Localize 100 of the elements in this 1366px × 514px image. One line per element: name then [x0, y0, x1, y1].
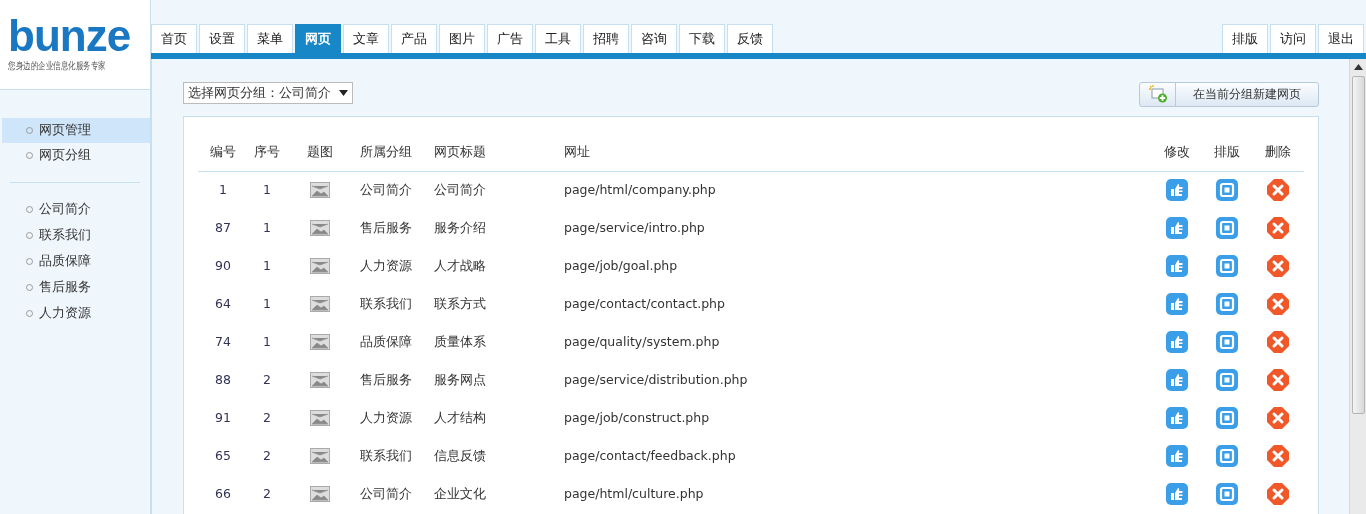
nav-tab[interactable]: 访问 [1270, 24, 1316, 53]
column-header: 题图 [286, 135, 354, 171]
bullet-icon [26, 206, 33, 213]
sidebar-item[interactable]: 品质保障 [2, 249, 150, 274]
table-cell-text: 2 [262, 370, 272, 389]
table-cell-text: page/contact/feedback.php [564, 446, 737, 465]
scroll-thumb[interactable] [1351, 76, 1365, 414]
delete-icon[interactable] [1267, 369, 1289, 391]
delete-icon[interactable] [1267, 179, 1289, 202]
sidebar-item[interactable]: 人力资源 [2, 301, 150, 326]
square-icon[interactable] [1216, 369, 1238, 391]
sidebar-item[interactable]: 网页管理 [2, 118, 150, 143]
table-cell-text: 88 [214, 370, 232, 389]
image-placeholder-icon [310, 220, 330, 237]
scroll-up-arrow-icon [1353, 64, 1363, 70]
thumbs-up-icon[interactable] [1166, 407, 1188, 429]
table-cell-text: 90 [214, 256, 232, 275]
table-cell-text: 1 [262, 332, 272, 351]
image-placeholder-icon [310, 410, 330, 427]
thumbs-up-icon[interactable] [1166, 369, 1188, 391]
nav-tab[interactable]: 工具 [535, 24, 581, 53]
square-icon[interactable] [1216, 407, 1238, 429]
table-cell: 售后服务 [354, 209, 434, 247]
table-cell: 售后服务 [354, 361, 434, 399]
scrollbar[interactable] [1349, 59, 1366, 514]
column-header: 序号 [248, 135, 286, 171]
nav-tab[interactable]: 网页 [295, 24, 341, 53]
image-placeholder-icon [310, 296, 330, 313]
square-icon[interactable] [1216, 445, 1238, 467]
nav-tab[interactable]: 反馈 [727, 24, 773, 53]
delete-icon[interactable] [1267, 483, 1289, 505]
table-cell-text: page/quality/system.php [564, 332, 721, 351]
nav-tab[interactable]: 设置 [199, 24, 245, 53]
column-header: 网页标题 [434, 135, 564, 171]
square-icon[interactable] [1216, 179, 1238, 202]
thumbs-up-icon[interactable] [1166, 179, 1188, 202]
sidebar-item[interactable]: 售后服务 [2, 275, 150, 300]
bullet-icon [26, 258, 33, 265]
sidebar-item[interactable]: 联系我们 [2, 223, 150, 248]
square-icon[interactable] [1216, 483, 1238, 505]
table-cell-text: 人才战略 [434, 256, 487, 275]
delete-icon[interactable] [1267, 293, 1289, 315]
table-cell-text: 66 [214, 484, 232, 503]
thumbs-up-icon[interactable] [1166, 255, 1188, 277]
nav-tab[interactable]: 图片 [439, 24, 485, 53]
table-cell-text: 2 [262, 446, 272, 465]
nav-tab[interactable]: 产品 [391, 24, 437, 53]
image-placeholder-icon [310, 258, 330, 275]
thumbs-up-icon[interactable] [1166, 331, 1188, 353]
square-icon[interactable] [1216, 293, 1238, 315]
table-cell: 公司简介 [434, 171, 564, 209]
thumbs-up-icon[interactable] [1166, 483, 1188, 505]
sidebar-item[interactable]: 网页分组 [2, 143, 150, 168]
column-header: 排版 [1202, 135, 1252, 171]
nav-tab[interactable]: 咨询 [631, 24, 677, 53]
table-cell-text: 服务网点 [434, 370, 487, 389]
nav-tab[interactable]: 招聘 [583, 24, 629, 53]
bullet-icon [26, 127, 33, 134]
nav-tab[interactable]: 广告 [487, 24, 533, 53]
table-cell: page/html/company.php [564, 171, 1152, 209]
table-cell: 联系我们 [354, 437, 434, 475]
nav-tab[interactable]: 菜单 [247, 24, 293, 53]
table-cell: 公司简介 [354, 475, 434, 513]
square-icon[interactable] [1216, 331, 1238, 353]
bullet-icon [26, 152, 33, 159]
table-cell-text: 91 [214, 408, 232, 427]
column-header: 编号 [198, 135, 248, 171]
table-cell: 人力资源 [354, 247, 434, 285]
delete-icon[interactable] [1267, 255, 1289, 277]
logo-wordmark: bunze [8, 14, 131, 58]
sidebar-item[interactable]: 公司简介 [2, 197, 150, 222]
table-cell-text: 1 [262, 218, 272, 237]
bullet-icon [26, 284, 33, 291]
delete-icon[interactable] [1267, 331, 1289, 353]
new-page-button[interactable]: 在当前分组新建网页 [1139, 81, 1319, 107]
nav-tab[interactable]: 首页 [151, 24, 197, 53]
table-cell-text: page/job/goal.php [564, 256, 679, 275]
table-cell: 品质保障 [354, 323, 434, 361]
table-cell-text: 65 [214, 446, 232, 465]
thumbs-up-icon[interactable] [1166, 217, 1188, 239]
nav-tab[interactable]: 排版 [1222, 24, 1268, 53]
nav-tab[interactable]: 退出 [1318, 24, 1364, 53]
square-icon[interactable] [1216, 217, 1238, 239]
table-cell-text: page/service/distribution.php [564, 370, 749, 389]
delete-icon[interactable] [1267, 407, 1289, 429]
thumbs-up-icon[interactable] [1166, 293, 1188, 315]
table-cell: 人力资源 [354, 399, 434, 437]
table-cell-text: 1 [262, 256, 272, 275]
nav-tab[interactable]: 文章 [343, 24, 389, 53]
thumbs-up-icon[interactable] [1166, 445, 1188, 467]
dropdown-arrow-icon [339, 90, 348, 96]
nav-tab[interactable]: 下载 [679, 24, 725, 53]
square-icon[interactable] [1216, 255, 1238, 277]
table-cell-text: 信息反馈 [434, 446, 487, 465]
group-select[interactable]: 选择网页分组：公司简介 [183, 82, 353, 104]
table-cell-text: 1 [262, 294, 272, 313]
delete-icon[interactable] [1267, 445, 1289, 467]
delete-icon[interactable] [1267, 217, 1289, 239]
table-cell-text: page/contact/contact.php [564, 294, 726, 313]
table-cell-text: 2 [262, 484, 272, 503]
